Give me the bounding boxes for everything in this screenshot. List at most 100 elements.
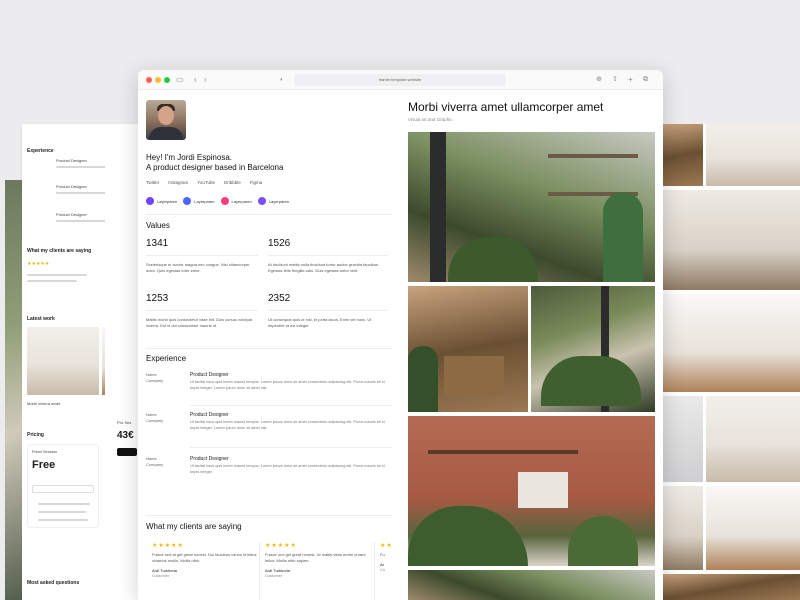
testimonial-role: Customer — [152, 573, 170, 578]
left-clients-title: What my clients are saying — [27, 248, 92, 254]
testimonial-text: Fu — [380, 552, 385, 557]
value-text: Mattis morbi quis consectetur vitae elit… — [146, 317, 253, 328]
gallery-image[interactable] — [706, 396, 800, 482]
tool-icon — [220, 197, 229, 205]
forward-icon[interactable]: › — [204, 75, 207, 85]
plan-price-2: 43€ — [117, 430, 134, 441]
new-tab-icon[interactable]: + — [628, 75, 633, 85]
tool-pill[interactable]: Layerparen — [220, 197, 252, 205]
gallery-image[interactable] — [663, 294, 800, 392]
gallery-image[interactable] — [663, 190, 800, 290]
tool-pill-label: Layerparen — [268, 198, 289, 204]
left-exp-row: Product Designer — [56, 158, 87, 163]
tabs-overview-icon[interactable]: ⧉ — [643, 75, 648, 85]
background-far-left-image — [5, 180, 22, 600]
experience-text: Ut facilisi risus quis lorem mauris temp… — [190, 420, 385, 430]
clients-title: What my clients are saying — [146, 522, 242, 531]
social-link-instagram[interactable]: Instagram — [168, 180, 188, 185]
testimonial-role: Cu — [380, 567, 386, 572]
share-icon[interactable]: ⇧ — [612, 75, 618, 85]
experience-text: Ut facilisi risus quis lorem mauris temp… — [190, 380, 385, 390]
testimonial-role: Customer — [265, 573, 283, 578]
gallery-image[interactable] — [663, 396, 703, 482]
back-icon[interactable]: ‹ — [194, 75, 197, 85]
values-title: Values — [146, 221, 170, 230]
tool-pill[interactable]: Layerparen — [257, 197, 289, 205]
project-image[interactable] — [408, 570, 655, 600]
left-exp-row: Product Designer — [56, 184, 87, 189]
greeting: Hey! I'm Jordi Espinosa. A product desig… — [146, 153, 283, 173]
experience-text: Ut facilisi risus quis lorem mauris temp… — [190, 464, 385, 474]
experience-company: Name Company — [146, 456, 164, 467]
gallery-image[interactable] — [663, 124, 703, 186]
project-image[interactable] — [408, 286, 528, 412]
project-image[interactable] — [408, 416, 655, 566]
tool-pill-label: Layerparen — [194, 198, 215, 204]
maximize-button[interactable] — [164, 77, 170, 83]
plan-button-2[interactable] — [117, 448, 137, 456]
left-pricing-title: Pricing — [27, 432, 44, 438]
shield-icon[interactable]: ◐ — [280, 75, 284, 85]
tool-pill[interactable]: Layerparen — [183, 197, 215, 205]
social-link-dribbble[interactable]: Dribbble — [224, 180, 241, 185]
social-link-twitter[interactable]: Twitter — [146, 180, 159, 185]
plan-name: Fixed Session — [32, 449, 58, 454]
avatar — [146, 100, 186, 140]
browser-titlebar: ▭ ‹ › ◐ framer.template.website ⊕ ⇧ + ⧉ — [138, 70, 663, 90]
rating-stars: ★★★★★ — [152, 543, 184, 549]
testimonial-card: ★★ Fu Ar Cu — [380, 542, 400, 600]
greeting-line-1: Hey! I'm Jordi Espinosa. — [146, 153, 233, 162]
left-latest-title: Latest work — [27, 316, 55, 322]
value-number: 1526 — [268, 238, 291, 249]
project-subtitle: Visual art and Graphic — [408, 117, 453, 122]
project-image[interactable] — [531, 286, 655, 412]
gallery-image[interactable] — [706, 486, 800, 570]
experience-company: Name Company — [146, 372, 164, 383]
project-title: Morbi viverra amet ullamcorper amet — [408, 100, 604, 114]
close-button[interactable] — [146, 77, 152, 83]
experience-title: Experience — [146, 354, 187, 363]
tool-pill[interactable]: Layerparen — [146, 197, 177, 205]
download-icon[interactable]: ⊕ — [596, 75, 602, 85]
testimonial-card: ★★★★★ Fuisce sed at get great honest. Du… — [152, 542, 260, 600]
profile-column: Hey! I'm Jordi Espinosa. A product desig… — [138, 90, 400, 600]
minimize-button[interactable] — [155, 77, 161, 83]
gallery-image[interactable] — [663, 486, 703, 570]
social-link-youtube[interactable]: YouTube — [197, 180, 215, 185]
experience-role: Product Designer — [190, 372, 229, 378]
background-gallery — [663, 124, 800, 600]
value-number: 1253 — [146, 293, 169, 304]
value-number: 2352 — [268, 293, 291, 304]
left-latest-caption: Morbi viverra amet — [27, 401, 61, 406]
testimonial-text: Fuisce sed at get great honest. Dui fauc… — [152, 552, 257, 563]
greeting-line-2: A product designer based in Barcelona — [146, 163, 284, 172]
left-exp-row: Product Designer — [56, 212, 87, 217]
social-link-figma[interactable]: Figma — [250, 180, 263, 185]
sidebar-icon[interactable]: ▭ — [176, 75, 184, 85]
tool-pill-label: Layerparen — [157, 198, 178, 204]
value-number: 1341 — [146, 238, 169, 249]
gallery-image[interactable] — [663, 574, 800, 600]
tool-icon — [146, 197, 154, 205]
tool-icon — [183, 197, 192, 205]
plan-button[interactable] — [32, 485, 94, 493]
tool-icon — [257, 197, 266, 205]
rating-stars: ★★★★★ — [265, 543, 297, 549]
rating-stars: ★★ — [380, 543, 393, 549]
project-image-main[interactable] — [408, 132, 655, 282]
browser-window: ▭ ‹ › ◐ framer.template.website ⊕ ⇧ + ⧉ … — [138, 70, 663, 600]
plan-name-2: Pro Ses — [117, 420, 132, 425]
left-stars: ★★★★★ — [27, 261, 50, 267]
social-links: Twitter Instagram YouTube Dribbble Figma — [146, 180, 262, 185]
tool-pill-label: Layerparen — [231, 198, 252, 204]
left-latest-image[interactable] — [27, 327, 99, 395]
experience-role: Product Designer — [190, 456, 229, 462]
gallery-image[interactable] — [706, 124, 800, 186]
background-pricing-card-2: Pro Ses 43€ — [105, 124, 138, 600]
pricing-card: Fixed Session Free — [27, 444, 99, 528]
tool-pills: Layerparen Layerparen Layerparen Layerpa… — [146, 197, 289, 205]
value-text: Ut consequat quis ut nisl, In porta lacu… — [268, 317, 372, 328]
testimonial-text: Fuisce orci get great honest. Ut mattis … — [265, 552, 366, 563]
left-faq-title: Most asked questions — [27, 580, 80, 586]
address-bar[interactable]: framer.template.website — [294, 74, 506, 86]
